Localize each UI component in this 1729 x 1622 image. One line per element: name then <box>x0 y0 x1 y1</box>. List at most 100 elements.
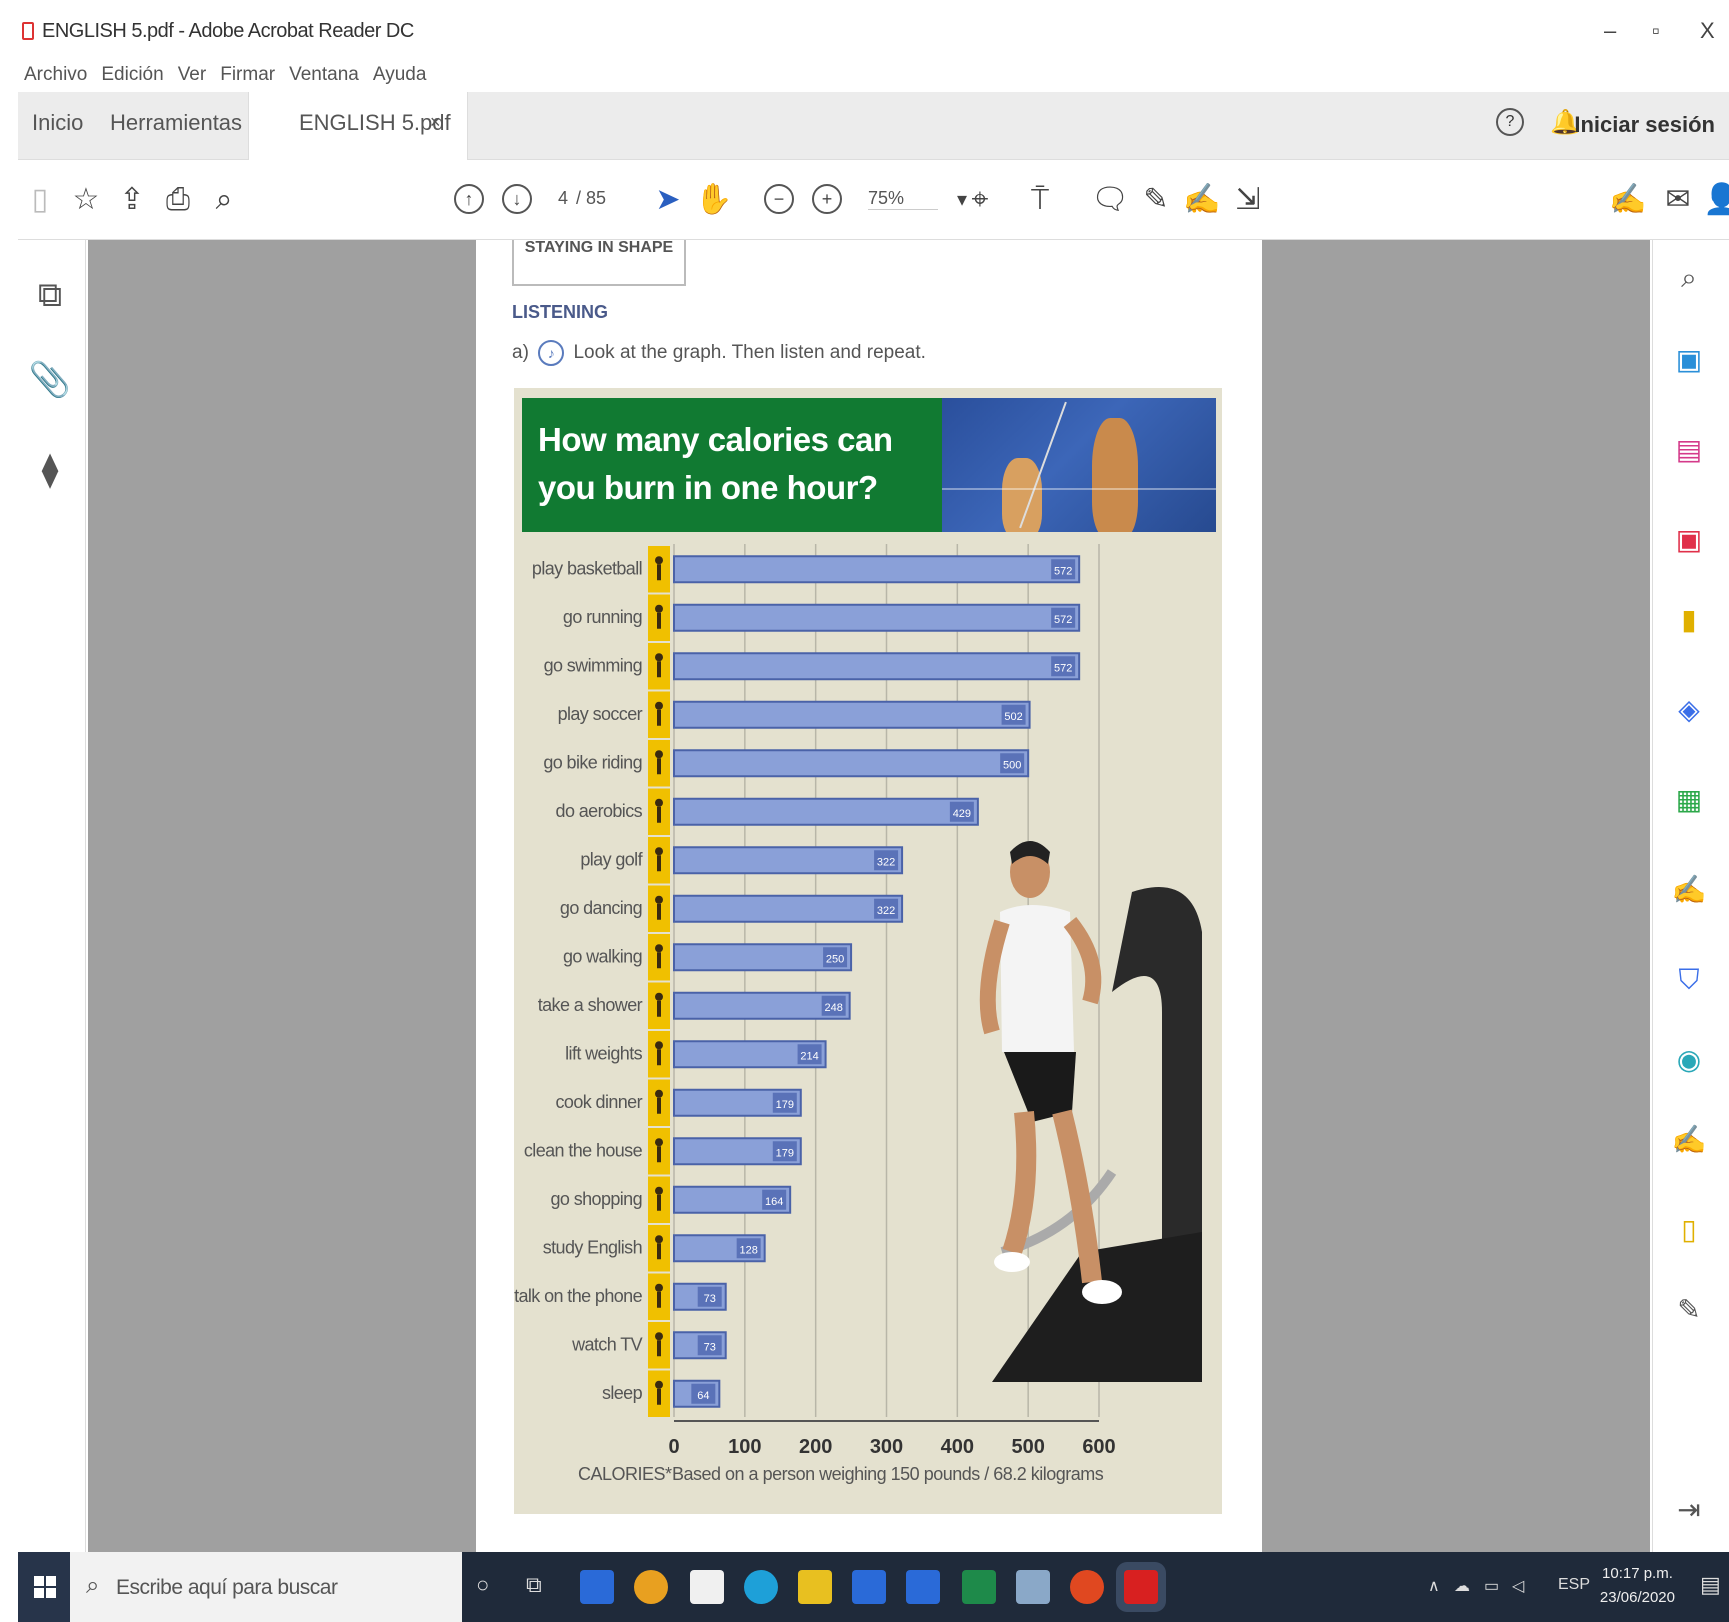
menu-ver[interactable]: Ver <box>178 64 207 86</box>
category-label: play basketball <box>532 558 642 578</box>
tray-chevron-icon[interactable]: ∧ <box>1428 1576 1440 1596</box>
page-thumbnails-icon[interactable]: ⧉ <box>28 276 72 315</box>
bar <box>673 555 1081 584</box>
restore-button[interactable]: ▫ <box>1652 18 1660 44</box>
page-number-input[interactable]: 4 <box>558 188 568 209</box>
activity-icon-head <box>655 944 663 953</box>
menu-edicion[interactable]: Edición <box>101 64 163 86</box>
bar <box>673 894 904 923</box>
collapse-tools-icon[interactable]: ⇥ <box>1669 1490 1709 1530</box>
zoom-in-icon[interactable]: + <box>812 184 842 214</box>
taskbar-search[interactable]: ⌕ Escribe aquí para buscar <box>70 1552 462 1622</box>
cortana-icon[interactable]: ○ <box>476 1572 489 1598</box>
start-button[interactable] <box>18 1552 70 1622</box>
onedrive-icon[interactable]: ☁ <box>1454 1576 1470 1596</box>
find-search-icon[interactable]: ⌕ <box>204 180 244 220</box>
fill-sign-icon[interactable]: ✍ <box>1608 180 1648 220</box>
bar <box>673 797 979 826</box>
x-tick-label: 500 <box>1011 1436 1044 1458</box>
excel-app-icon[interactable] <box>962 1570 996 1604</box>
mail-app-icon[interactable] <box>580 1570 614 1604</box>
bookmark-star-icon[interactable]: ☆ <box>66 180 106 220</box>
menu-ayuda[interactable]: Ayuda <box>373 64 427 86</box>
menu-archivo[interactable]: Archivo <box>24 64 87 86</box>
fit-page-icon[interactable]: ⌖ <box>960 180 1000 220</box>
category-label: go bike riding <box>543 752 642 772</box>
activity-icon-head <box>655 1283 663 1292</box>
zoom-level-select[interactable]: 75% <box>868 188 938 210</box>
bar-value-label: 502 <box>1004 711 1022 723</box>
protect-shield-icon[interactable]: ⛉ <box>1669 960 1709 1000</box>
comment-tool-icon[interactable]: ▮ <box>1669 600 1709 640</box>
next-page-icon[interactable]: ↓ <box>502 184 532 214</box>
windows-taskbar: ⌕ Escribe aquí para buscar ○ ⧉ ∧ ☁ ▭ ◁ E… <box>18 1552 1729 1622</box>
document-viewport[interactable]: STAYING IN SHAPE LISTENING a) ♪ Look at … <box>88 240 1650 1552</box>
volume-icon[interactable]: ◁ <box>1512 1576 1524 1596</box>
runner-on-treadmill-photo <box>979 841 1202 1382</box>
minimize-button[interactable]: – <box>1604 18 1616 44</box>
print-icon[interactable]: ⎙ <box>158 180 198 220</box>
create-pdf-tool-icon[interactable]: ▣ <box>1669 520 1709 560</box>
taskbar-clock[interactable]: 10:17 p.m. 23/06/2020 <box>1600 1562 1675 1610</box>
export-pdf-icon[interactable]: ▣ <box>1669 340 1709 380</box>
category-label: do aerobics <box>556 801 643 821</box>
create-pdf-icon[interactable]: ▯ <box>20 180 60 220</box>
organize-pages-icon[interactable]: ▦ <box>1669 780 1709 820</box>
pen-draw-icon[interactable]: ✎ <box>1136 180 1176 220</box>
browser-app-icon[interactable] <box>1070 1570 1104 1604</box>
tab-close-button[interactable]: × <box>430 112 441 133</box>
file-explorer-icon[interactable] <box>798 1570 832 1604</box>
activity-icon-head <box>655 1380 663 1389</box>
audio-track-icon: ♪ <box>538 340 565 366</box>
store-app-icon[interactable] <box>690 1570 724 1604</box>
comment-icon[interactable]: 🗨 <box>1090 180 1130 220</box>
bar-value-label: 64 <box>697 1390 709 1402</box>
search-tools-icon[interactable]: ⌕ <box>1669 258 1709 298</box>
upload-cloud-icon[interactable]: ⇪ <box>112 180 152 220</box>
weight-footnote: Based on a person weighing 150 pounds / … <box>672 1464 1104 1484</box>
menu-firmar[interactable]: Firmar <box>220 64 275 86</box>
previous-page-icon[interactable]: ↑ <box>454 184 484 214</box>
customize-tools-icon[interactable]: ✎ <box>1669 1290 1709 1330</box>
email-icon[interactable]: ✉ <box>1658 180 1698 220</box>
files-app-icon[interactable] <box>1016 1570 1050 1604</box>
task-view-icon[interactable]: ⧉ <box>526 1572 542 1598</box>
outlook-app-icon[interactable] <box>906 1570 940 1604</box>
attachments-paperclip-icon[interactable]: 📎 <box>28 360 72 400</box>
combine-files-icon[interactable]: ◈ <box>1669 690 1709 730</box>
notification-center-icon[interactable]: ▤ <box>1700 1572 1721 1598</box>
x-tick-label: 400 <box>941 1436 974 1458</box>
calories-graph-figure: How many calories can you burn in one ho… <box>514 388 1222 1514</box>
help-icon[interactable]: ? <box>1496 108 1524 136</box>
share-icon[interactable]: ⇲ <box>1228 180 1268 220</box>
select-cursor-icon[interactable]: ➤ <box>648 180 688 220</box>
bar-value-label: 128 <box>739 1244 757 1256</box>
tab-home[interactable]: Inicio <box>32 110 83 136</box>
zoom-out-icon[interactable]: − <box>764 184 794 214</box>
layers-icon[interactable]: ⧫ <box>28 450 72 490</box>
category-label: go dancing <box>560 898 642 918</box>
edit-pdf-icon[interactable]: ▤ <box>1669 430 1709 470</box>
fill-sign-tool-icon[interactable]: ✍ <box>1669 870 1709 910</box>
volleyball-photo <box>942 398 1216 532</box>
chrome-app-icon[interactable] <box>634 1570 668 1604</box>
close-window-button[interactable]: X <box>1700 18 1715 44</box>
markup-highlight-icon[interactable]: ⍑ <box>1020 180 1060 220</box>
sign-in-button[interactable]: Iniciar sesión <box>1574 112 1715 138</box>
add-user-icon[interactable]: 👤 <box>1702 180 1729 220</box>
sign-icon[interactable]: ✍ <box>1182 180 1222 220</box>
acrobat-app-icon <box>22 22 34 40</box>
send-for-signature-icon[interactable]: ✍ <box>1669 1120 1709 1160</box>
more-tools-icon[interactable]: ▯ <box>1669 1210 1709 1250</box>
menu-ventana[interactable]: Ventana <box>289 64 359 86</box>
acrobat-taskbar-icon[interactable] <box>1124 1570 1158 1604</box>
x-tick-label: 0 <box>668 1436 679 1458</box>
optimize-pdf-icon[interactable]: ◉ <box>1669 1040 1709 1080</box>
network-icon[interactable]: ▭ <box>1484 1576 1499 1596</box>
keyboard-language[interactable]: ESP <box>1558 1576 1590 1594</box>
edge-app-icon[interactable] <box>744 1570 778 1604</box>
tab-tools[interactable]: Herramientas <box>110 110 242 136</box>
instruction-text: Look at the graph. Then listen and repea… <box>573 342 926 364</box>
hand-tool-icon[interactable]: ✋ <box>694 180 734 220</box>
word-app-icon[interactable] <box>852 1570 886 1604</box>
